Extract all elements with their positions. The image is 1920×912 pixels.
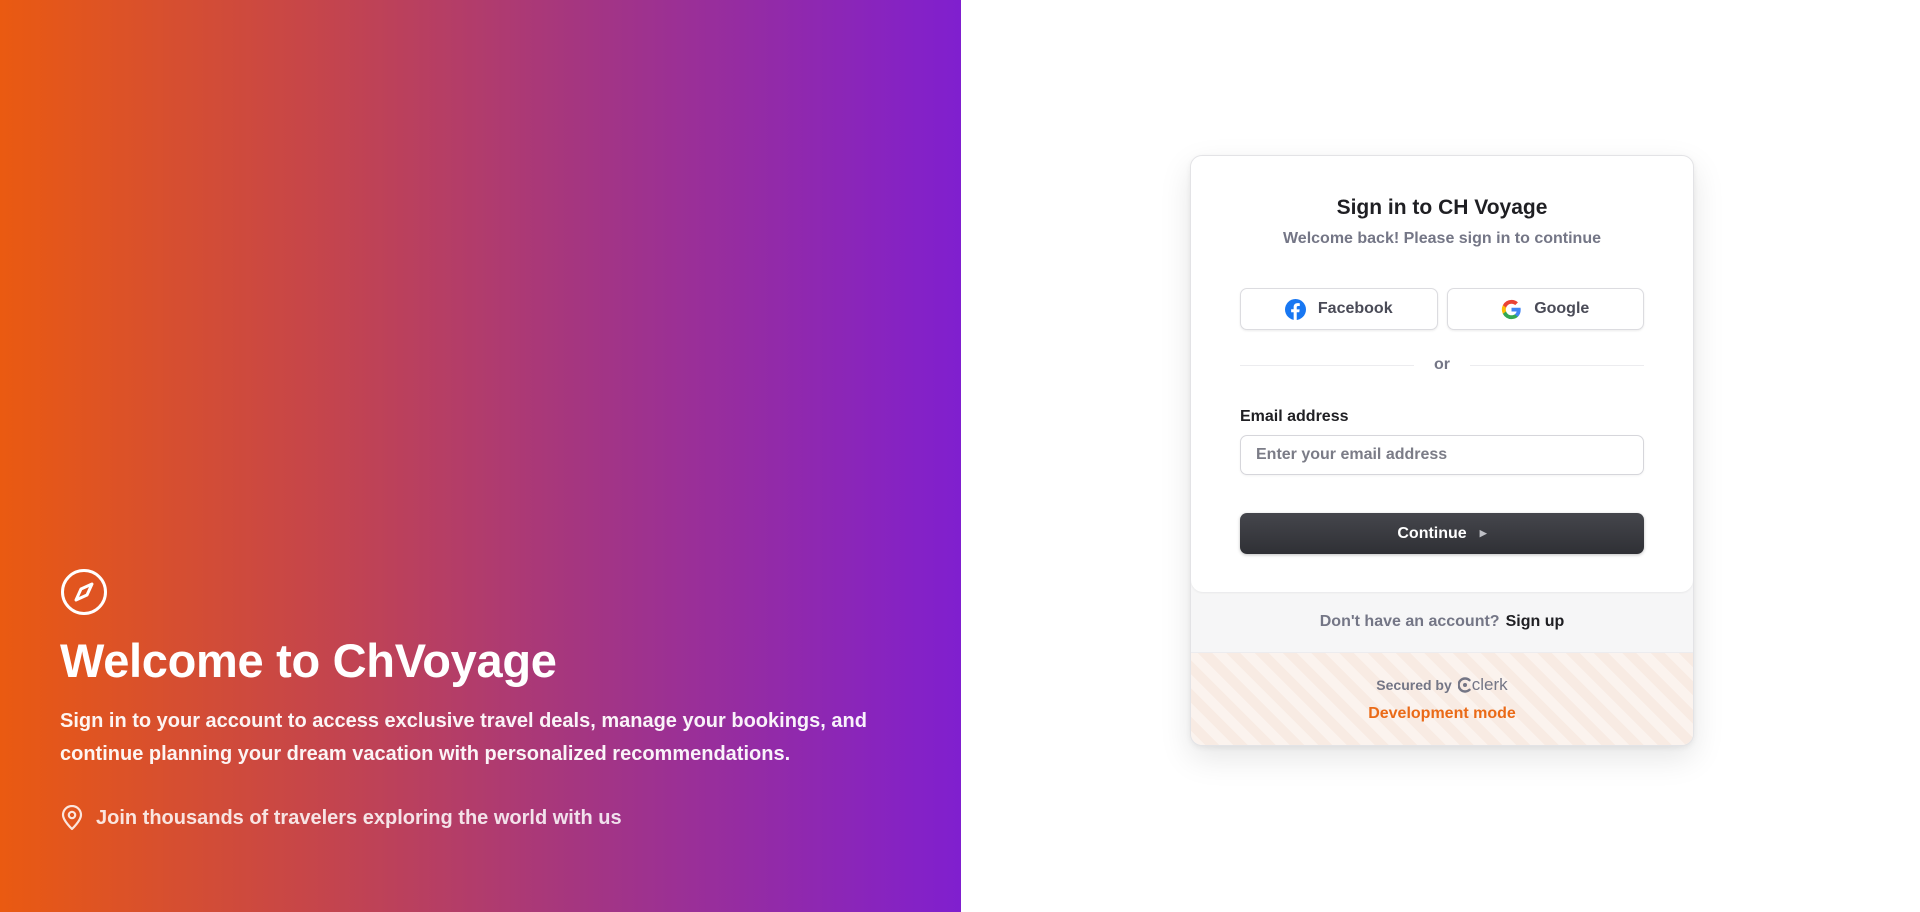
email-field[interactable] <box>1240 435 1644 475</box>
email-label: Email address <box>1240 408 1349 425</box>
map-pin-icon <box>61 805 83 831</box>
hero-content: Welcome to ChVoyage Sign in to your acco… <box>60 568 920 831</box>
google-button-label: Google <box>1534 300 1590 317</box>
hero-subtitle: Sign in to your account to access exclus… <box>60 710 867 765</box>
continue-button-label: Continue <box>1397 524 1467 542</box>
facebook-button-label: Facebook <box>1317 300 1393 317</box>
signup-row: Don't have an account? Sign up <box>1191 592 1693 653</box>
hero-title: Welcome to ChVoyage <box>60 634 557 687</box>
dev-mode-label: Development mode <box>1368 705 1516 722</box>
signin-title: Sign in to CH Voyage <box>1336 196 1548 219</box>
hero-note-text: Join thousands of travelers exploring th… <box>96 806 622 829</box>
hero-note: Join thousands of travelers exploring th… <box>60 805 920 831</box>
triangle-right-icon: ▶ <box>1479 528 1487 538</box>
facebook-button[interactable]: Facebook <box>1240 288 1438 330</box>
signin-form: Sign in to CH Voyage Welcome back! Pleas… <box>1191 156 1693 592</box>
hero-panel: Welcome to ChVoyage Sign in to your acco… <box>0 0 961 912</box>
dev-footer: Secured by clerk Development mode <box>1191 653 1693 745</box>
auth-panel: Sign in to CH Voyage Welcome back! Pleas… <box>961 0 1920 912</box>
divider-line <box>1240 364 1414 366</box>
signin-subtitle: Welcome back! Please sign in to continue <box>1282 230 1601 247</box>
compass-icon <box>61 569 107 615</box>
clerk-icon <box>1457 677 1471 693</box>
secured-by-text: Secured by <box>1376 677 1452 693</box>
google-button[interactable]: Google <box>1446 288 1644 330</box>
clerk-logo[interactable]: clerk <box>1457 675 1508 695</box>
divider-text: or <box>1434 356 1450 373</box>
divider-line <box>1470 364 1644 366</box>
social-buttons: Facebook Google <box>1240 288 1644 330</box>
or-divider: or <box>1240 356 1644 374</box>
secured-by: Secured by clerk <box>1376 675 1507 695</box>
signup-link[interactable]: Sign up <box>1506 613 1565 631</box>
google-icon <box>1502 299 1521 319</box>
no-account-text: Don't have an account? <box>1319 613 1500 630</box>
facebook-icon <box>1284 298 1306 320</box>
continue-button[interactable]: Continue ▶ <box>1240 513 1644 554</box>
signin-card: Sign in to CH Voyage Welcome back! Pleas… <box>1190 155 1694 746</box>
clerk-wordmark: clerk <box>1471 675 1508 694</box>
